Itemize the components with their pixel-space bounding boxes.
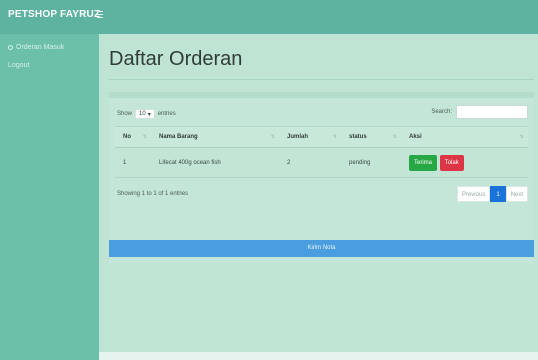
brand-logo-text[interactable]: PETSHOP FAYRUZ [8, 9, 100, 20]
cell-jumlah: 2 [279, 147, 341, 178]
cell-nama-barang: Lifecat 400g ocean fish [151, 147, 279, 178]
kirim-nota-button[interactable]: Kirim Nota [109, 240, 534, 257]
column-header-jumlah[interactable]: Jumlah ⇅ [279, 126, 341, 148]
search-input[interactable] [456, 105, 528, 119]
cell-actions: Terima Tolak [401, 147, 528, 178]
sidebar-item-label: Logout [8, 61, 30, 69]
search-label: Search: [431, 109, 452, 115]
table-controls: Show 10 ▾ entries Search: [115, 98, 528, 126]
column-header-no[interactable]: No ⇅ [115, 126, 151, 148]
sidebar-item-logout[interactable]: Logout [0, 56, 99, 74]
cell-status: pending [341, 147, 401, 178]
cell-no: 1 [115, 147, 151, 178]
page-title: Daftar Orderan [109, 48, 243, 70]
table-row: 1 Lifecat 400g ocean fish 2 pending Teri… [115, 147, 528, 178]
table-header-row: No ⇅ Nama Barang ⇅ Jumlah ⇅ status ⇅ Aks… [115, 126, 528, 148]
pagination: Previous 1 Next [456, 186, 528, 202]
show-label: Show [117, 111, 133, 117]
pagination-next[interactable]: Next [505, 186, 528, 202]
orders-table: No ⇅ Nama Barang ⇅ Jumlah ⇅ status ⇅ Aks… [115, 126, 528, 178]
accept-button[interactable]: Terima [409, 154, 438, 171]
pagination-previous[interactable]: Previous [456, 186, 491, 202]
entries-length-select[interactable]: 10 ▾ [135, 109, 155, 119]
divider [108, 79, 534, 80]
sort-icon: ⇅ [392, 134, 397, 140]
reject-button[interactable]: Tolak [439, 154, 464, 171]
pagination-page-1[interactable]: 1 [490, 186, 506, 202]
entries-length-control: Show 10 ▾ entries [117, 109, 176, 119]
main-content: Daftar Orderan Show 10 ▾ entries Search: [99, 34, 538, 360]
top-navbar: PETSHOP FAYRUZ [0, 0, 538, 34]
sort-icon: ⇅ [142, 134, 147, 140]
table-info: Showing 1 to 1 of 1 entries [117, 191, 189, 197]
sidebar-item-label: Orderan Masuk [16, 43, 65, 51]
menu-toggle-icon[interactable] [97, 7, 111, 21]
table-search: Search: [431, 105, 528, 119]
sort-icon: ⇅ [519, 134, 524, 140]
dashboard-icon [8, 44, 13, 50]
column-header-nama-barang[interactable]: Nama Barang ⇅ [151, 126, 279, 148]
column-header-aksi[interactable]: Aksi ⇅ [401, 126, 528, 148]
table-footer: Showing 1 to 1 of 1 entries Previous 1 N… [115, 178, 528, 212]
sort-icon: ⇅ [332, 134, 337, 140]
sidebar: Orderan Masuk Logout [0, 34, 99, 360]
entries-length-value: 10 [139, 111, 146, 117]
sort-icon: ⇅ [270, 134, 275, 140]
column-header-status[interactable]: status ⇅ [341, 126, 401, 148]
chevron-down-icon: ▾ [147, 111, 151, 118]
orders-card: Show 10 ▾ entries Search: No ⇅ Nama Bara… [109, 92, 534, 264]
sidebar-item-orderan-masuk[interactable]: Orderan Masuk [0, 38, 99, 56]
entries-label: entries [157, 111, 176, 117]
page-footer [99, 352, 538, 360]
